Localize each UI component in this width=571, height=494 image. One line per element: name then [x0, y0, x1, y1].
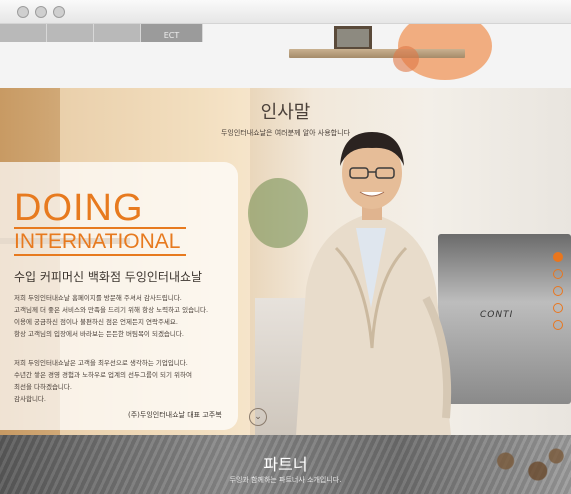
slide-dot-5[interactable]	[553, 320, 563, 330]
photo-frame-image	[334, 26, 372, 50]
minimize-window-button[interactable]	[35, 6, 47, 18]
greeting-section: CONTI 인사말 두잉인터내쇼날은 여러분께 알아 사용합니다 DOING I…	[0, 88, 571, 435]
partner-subtitle: 두잉과 함께하는 파트너사 소개입니다.	[229, 476, 342, 484]
greeting-header: 인사말 두잉인터내쇼날은 여러분께 알아 사용합니다	[0, 98, 571, 138]
top-nav-item[interactable]	[94, 24, 141, 42]
zoom-window-button[interactable]	[53, 6, 65, 18]
message-line: 고객님께 더 좋은 서비스와 만족을 드리기 위해 항상 노력하고 있습니다.	[14, 306, 209, 314]
message-paragraph-2: 저희 두잉인터내쇼날은 고객을 최우선으로 생각하는 기업입니다. 수년간 쌓은…	[14, 357, 192, 405]
browser-window: ECT CONTI 인사말 두잉인터내쇼날은 여러분께 알아 사용합니다 DOI…	[0, 0, 571, 494]
message-paragraph-1: 저희 두잉인터내쇼날 홈페이지를 방문해 주셔서 감사드립니다. 고객님께 더 …	[14, 292, 208, 340]
top-nav-item[interactable]	[47, 24, 94, 42]
message-line: 수년간 쌓은 경영 경험과 노하우로 업계의 선두그룹이 되기 위하여	[14, 371, 192, 379]
top-nav-item[interactable]	[0, 24, 47, 42]
message-line: 최선을 다하겠습니다.	[14, 383, 72, 391]
wall-shelf-image	[289, 49, 465, 58]
brand-divider	[14, 227, 186, 229]
partner-section: 파트너 두잉과 함께하는 파트너사 소개입니다.	[0, 435, 571, 494]
message-line: 저희 두잉인터내쇼날 홈페이지를 방문해 주셔서 감사드립니다.	[14, 294, 182, 302]
coffee-machine-label: CONTI	[480, 310, 514, 320]
decorative-circle	[393, 46, 419, 72]
page-viewport: ECT CONTI 인사말 두잉인터내쇼날은 여러분께 알아 사용합니다 DOI…	[0, 24, 571, 494]
brand-tagline: 수입 커피머신 백화점 두잉인터내쇼날	[14, 270, 203, 284]
ceo-photo	[296, 132, 452, 435]
ceo-signature: (주)두잉인터내쇼날 대표 고주복	[128, 411, 222, 419]
window-titlebar	[0, 0, 571, 24]
slide-dot-3[interactable]	[553, 286, 563, 296]
top-nav-item-ect[interactable]: ECT	[141, 24, 203, 42]
top-nav: ECT	[0, 24, 203, 42]
message-line: 이용에 궁금하신 점이나 불편하신 점은 언제든지 연락주세요.	[14, 318, 178, 326]
brand-name-line1: DOING	[14, 187, 144, 229]
greeting-title: 인사말	[260, 102, 311, 123]
close-window-button[interactable]	[17, 6, 29, 18]
slide-indicators	[553, 252, 563, 337]
slide-dot-4[interactable]	[553, 303, 563, 313]
chevron-down-icon: ⌄	[254, 412, 262, 422]
brand-name-line2: INTERNATIONAL	[14, 230, 181, 253]
message-line: 감사합니다.	[14, 395, 46, 403]
partner-title: 파트너	[263, 455, 308, 474]
brand-divider	[14, 254, 186, 256]
message-line: 항상 고객님의 입장에서 바라보는 든든한 버팀목이 되겠습니다.	[14, 330, 184, 338]
scroll-down-button[interactable]: ⌄	[249, 408, 267, 426]
top-strip: ECT	[0, 24, 571, 88]
message-line: 저희 두잉인터내쇼날은 고객을 최우선으로 생각하는 기업입니다.	[14, 359, 188, 367]
slide-dot-1[interactable]	[553, 252, 563, 262]
slide-dot-2[interactable]	[553, 269, 563, 279]
greeting-subtitle: 두잉인터내쇼날은 여러분께 알아 사용합니다	[220, 129, 351, 137]
